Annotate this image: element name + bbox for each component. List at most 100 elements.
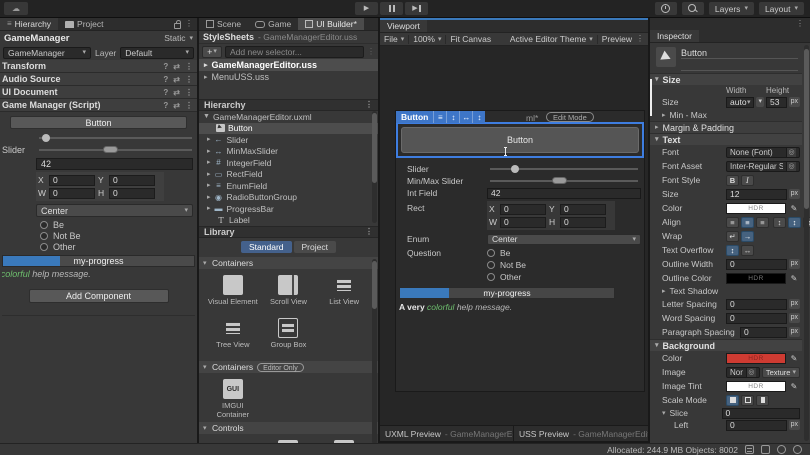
element-name-field[interactable]: Button: [681, 47, 798, 59]
scrollbar-thumb[interactable]: [372, 261, 377, 309]
library-item-group-box[interactable]: Group Box: [261, 318, 317, 357]
tree-root-uxml[interactable]: ▼ GameManagerEditor.uxml: [199, 111, 378, 123]
library-item-visual-element[interactable]: Visual Element: [205, 275, 261, 314]
scale-fit-button[interactable]: [741, 394, 754, 406]
inspector-scrollbar[interactable]: [804, 45, 809, 441]
anchor-horizontal-icon[interactable]: ↔: [459, 111, 472, 123]
fit-canvas-button[interactable]: Fit Canvas: [450, 34, 491, 44]
library-containers-foldout[interactable]: ▾ Containers: [199, 257, 378, 269]
presets-icon[interactable]: ⇄: [173, 101, 180, 110]
minmax-foldout[interactable]: ▸ Min - Max: [650, 109, 802, 121]
eyedropper-icon[interactable]: ✎: [788, 354, 800, 363]
theme-dropdown[interactable]: Active Editor Theme ▾: [510, 34, 593, 44]
step-button[interactable]: ▶: [405, 2, 428, 15]
text-color-swatch[interactable]: HDR: [726, 202, 786, 214]
slice-left-field[interactable]: 0: [726, 419, 787, 431]
height-field[interactable]: 53: [766, 96, 787, 108]
minmax-slider-track[interactable]: [39, 146, 192, 153]
outline-width-field[interactable]: 0: [726, 258, 787, 270]
tab-project[interactable]: Project: [58, 18, 110, 30]
slider-handle[interactable]: [42, 134, 51, 142]
tree-item-integerfield[interactable]: ▸ # IntegerField: [199, 157, 378, 169]
tab-viewport[interactable]: Viewport: [380, 20, 427, 32]
tree-item-enumfield[interactable]: ▸ ≡ EnumField: [199, 180, 378, 192]
background-section-header[interactable]: ▾ Background: [650, 339, 802, 351]
tree-item-minmaxslider[interactable]: ▸ ↔ MinMaxSlider: [199, 146, 378, 158]
layout-dropdown[interactable]: Layout ▾: [758, 2, 804, 15]
eyedropper-icon[interactable]: ✎: [788, 274, 800, 283]
letter-spacing-field[interactable]: 0: [726, 298, 787, 310]
library-item-imgui-container[interactable]: GUI IMGUI Container: [205, 379, 261, 418]
width-dropdown[interactable]: auto ▾: [726, 96, 755, 108]
library-tab-standard[interactable]: Standard: [241, 241, 292, 253]
uxml-canvas[interactable]: Button ≡ ↕ ↔ ↕ ml* Edit Mode Button Slid…: [395, 110, 645, 392]
foldout-open-icon[interactable]: ▾: [662, 410, 666, 417]
foldout-icon[interactable]: ▸: [207, 182, 211, 189]
foldout-open-icon[interactable]: ▼: [203, 113, 210, 120]
library-scrollbar[interactable]: [372, 259, 377, 444]
tree-item-slider[interactable]: ▸ ← Slider: [199, 134, 378, 146]
scrollbar-thumb[interactable]: [804, 49, 809, 209]
outline-width-unit[interactable]: px: [788, 259, 800, 269]
component-header-transform[interactable]: Transform ? ⇄ ⋮: [0, 60, 197, 73]
word-spacing-field[interactable]: 0: [726, 312, 787, 324]
rect-h-field[interactable]: 0: [109, 187, 155, 199]
background-color-swatch[interactable]: HDR: [726, 352, 786, 364]
kebab-menu-icon[interactable]: ⋮: [365, 228, 373, 236]
add-selector-button[interactable]: + ▾: [202, 45, 222, 58]
tree-item-label-element[interactable]: T Label: [199, 215, 378, 227]
add-selector-input[interactable]: Add new selector...: [225, 45, 364, 58]
selected-element-tag[interactable]: Button ≡ ↕ ↔ ↕: [396, 111, 486, 123]
kebab-menu-icon[interactable]: ⋮: [185, 75, 193, 84]
kebab-menu-icon[interactable]: ⋮: [365, 101, 373, 109]
align-center-button[interactable]: ≡: [741, 216, 754, 228]
paragraph-spacing-field[interactable]: 0: [740, 326, 787, 338]
uxml-preview-pane[interactable]: UXML Preview - GameManagerEditor.uxml* ↗: [380, 429, 513, 439]
rect-x-field[interactable]: 0: [49, 174, 95, 186]
font-asset-object-field[interactable]: Inter-Regular SDF (F ◎: [726, 160, 800, 172]
kebab-menu-icon[interactable]: ⋮: [636, 35, 644, 43]
foldout-icon[interactable]: ▸: [204, 74, 208, 81]
help-icon[interactable]: ?: [163, 62, 168, 71]
radio-option-other[interactable]: Other: [40, 241, 195, 252]
status-package-icon[interactable]: [761, 445, 770, 454]
tab-ui-builder[interactable]: UI Builder*: [298, 18, 364, 30]
outline-color-swatch[interactable]: HDR: [726, 272, 786, 284]
pause-button[interactable]: [380, 2, 403, 15]
font-object-field[interactable]: None (Font) ◎: [726, 146, 800, 158]
object-picker-icon[interactable]: ◎: [745, 367, 756, 377]
int-field[interactable]: 42: [487, 187, 641, 199]
align-right-button[interactable]: ≡: [756, 216, 769, 228]
minmax-slider-handle[interactable]: [552, 177, 568, 184]
static-dropdown-icon[interactable]: ▾: [189, 35, 193, 42]
foldout-icon[interactable]: ▸: [207, 159, 211, 166]
wrap-on-button[interactable]: ↵: [726, 230, 739, 242]
anchor-menu-icon[interactable]: ≡: [433, 111, 446, 123]
tree-item-radiobuttongroup[interactable]: ▸ ◉ RadioButtonGroup: [199, 192, 378, 204]
paragraph-spacing-unit[interactable]: px: [788, 327, 800, 337]
tab-inspector[interactable]: Inspector: [650, 30, 699, 42]
radio-option-not-be[interactable]: Not Be: [40, 230, 195, 241]
help-icon[interactable]: ?: [163, 88, 168, 97]
presets-icon[interactable]: ⇄: [173, 62, 180, 71]
object-picker-icon[interactable]: ◎: [786, 147, 796, 157]
overflow-clip-button[interactable]: ↕: [726, 244, 739, 256]
text-shadow-foldout[interactable]: ▸ Text Shadow: [650, 285, 802, 297]
texture-type-dropdown[interactable]: Texture ▾: [761, 366, 800, 378]
element-class-field[interactable]: [681, 59, 798, 71]
rect-w-field[interactable]: 0: [500, 216, 546, 228]
int-field[interactable]: 42: [36, 158, 193, 170]
help-icon[interactable]: ?: [163, 101, 168, 110]
wrap-off-button[interactable]: →: [741, 230, 754, 242]
library-controls-foldout[interactable]: ▾ Controls: [199, 422, 378, 434]
library-containers-editor-only-foldout[interactable]: ▾ Containers Editor Only: [199, 361, 378, 373]
cloud-services-button[interactable]: ☁: [4, 2, 28, 15]
margin-padding-foldout[interactable]: ▸ Margin & Padding: [650, 121, 802, 133]
component-header-audio-source[interactable]: Audio Source ? ⇄ ⋮: [0, 73, 197, 86]
tab-hierarchy[interactable]: ≡ Hierarchy: [0, 18, 59, 30]
radio-option-not-be[interactable]: Not Be: [487, 259, 526, 271]
anchor-vertical-icon[interactable]: ↕: [446, 111, 459, 123]
align-middle-button[interactable]: ↕: [788, 216, 801, 228]
width-unit[interactable]: ▾: [756, 97, 764, 107]
library-tab-project[interactable]: Project: [293, 241, 336, 253]
